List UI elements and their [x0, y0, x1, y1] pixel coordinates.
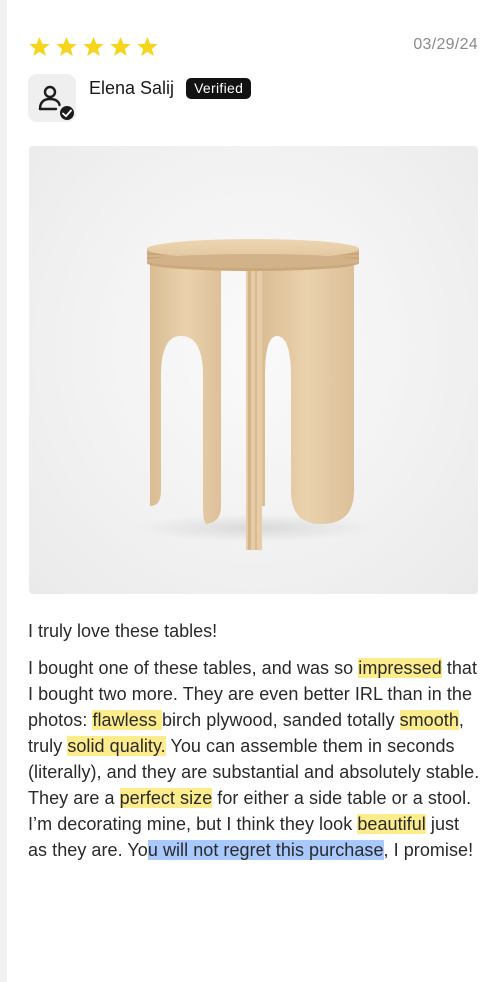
verified-check-badge — [58, 104, 76, 122]
review-text-segment: I bought one of these tables, and was so — [28, 658, 359, 678]
highlighted-phrase: solid quality. — [67, 736, 166, 756]
star-icon — [83, 36, 104, 56]
reviewer-info: Elena Salij Verified — [89, 78, 252, 99]
star-icon — [137, 36, 158, 56]
star-icon — [110, 36, 131, 56]
review-body: I bought one of these tables, and was so… — [28, 655, 483, 863]
avatar — [28, 74, 76, 122]
highlighted-phrase: u will not regret this purchase — [147, 840, 384, 860]
review-date: 03/29/24 — [413, 36, 478, 53]
review-text-segment: , I promise! — [383, 840, 474, 860]
highlighted-phrase: smooth — [399, 710, 459, 730]
check-icon — [62, 109, 72, 118]
highlighted-phrase: flawless — [92, 710, 162, 730]
highlighted-phrase: perfect size — [119, 788, 213, 808]
star-icon — [56, 36, 77, 56]
left-divider — [0, 0, 7, 982]
reviewer-name: Elena Salij — [89, 78, 175, 98]
highlighted-phrase: impressed — [358, 658, 442, 678]
highlighted-phrase: beautiful — [357, 814, 426, 834]
verified-badge: Verified — [186, 78, 252, 99]
review-photo[interactable] — [29, 146, 478, 594]
review-text-segment: birch plywood, sanded totally — [161, 710, 400, 730]
review-title: I truly love these tables! — [28, 621, 218, 641]
star-rating — [28, 36, 159, 58]
star-icon — [29, 36, 50, 56]
stool-image — [135, 239, 375, 550]
